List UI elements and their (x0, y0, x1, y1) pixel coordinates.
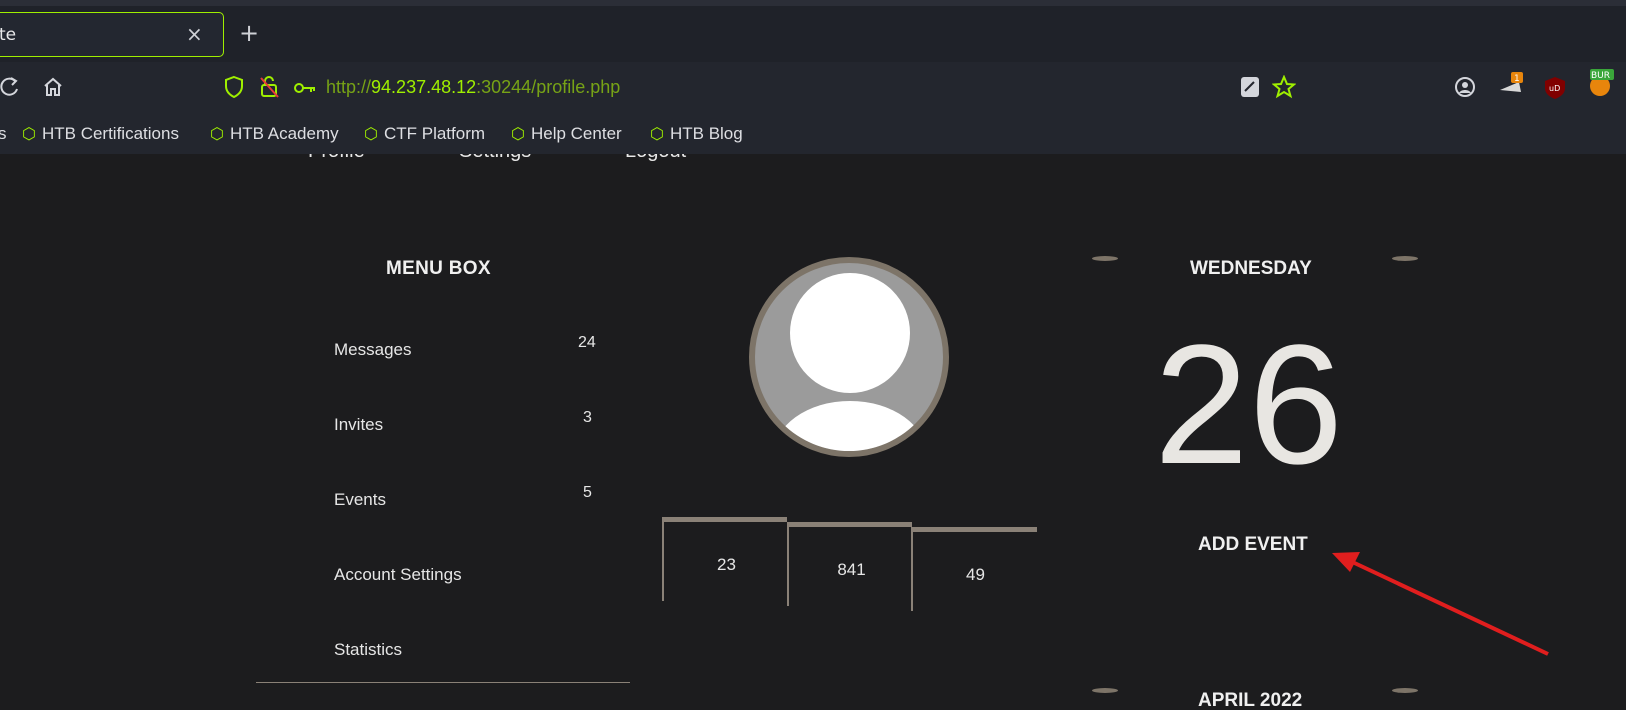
burp-proxy-icon[interactable]: BUR (1586, 68, 1616, 103)
stat-column: 841 (787, 522, 912, 606)
ublock-origin-icon[interactable]: uD (1544, 76, 1566, 105)
add-event-button[interactable]: ADD EVENT (1198, 534, 1308, 556)
url-host: 94.237.48.12 (371, 77, 477, 97)
navigation-toolbar: http://94.237.48.12:30244/profile.php 1 … (0, 62, 1626, 116)
menu-item-count: 3 (583, 409, 592, 426)
cube-icon: ⬡ (650, 126, 664, 143)
burp-label: BUR (1591, 71, 1610, 81)
tab-title: te (0, 25, 17, 45)
profile-avatar[interactable] (749, 257, 949, 457)
menu-item-invites[interactable]: Invites 3 (334, 409, 604, 439)
star-bookmark-icon[interactable] (1271, 74, 1297, 104)
bookmark-htb-academy[interactable]: ⬡ HTB Academy (210, 124, 339, 144)
svg-text:uD: uD (1549, 84, 1560, 93)
new-tab-button[interactable]: + (239, 21, 259, 45)
bookmark-help-center[interactable]: ⬡ Help Center (511, 124, 622, 144)
extension-badge: 1 (1514, 74, 1520, 84)
nav-settings-link[interactable]: Settings (459, 154, 531, 163)
stat-value: 841 (837, 560, 866, 579)
bookmarks-toolbar: s ⬡ HTB Certifications ⬡ HTB Academy ⬡ CTF … (0, 116, 1626, 154)
calendar-ring-decoration (1092, 256, 1118, 261)
url-path: :30244/profile.php (476, 77, 621, 97)
annotation-arrow-icon (1332, 552, 1549, 656)
menu-item-label: Invites (334, 415, 384, 434)
shield-icon[interactable] (224, 75, 244, 104)
stat-value: 23 (717, 555, 736, 574)
menu-item-count: 24 (578, 334, 596, 351)
account-icon[interactable] (1454, 76, 1476, 103)
menu-box-title: MENU BOX (386, 258, 491, 279)
tab-bar: te × + (0, 6, 1626, 62)
stat-bar (911, 527, 1037, 532)
calendar-month: APRIL 2022 (1198, 690, 1303, 710)
cube-icon: ⬡ (364, 126, 378, 143)
browser-tab[interactable]: te × (0, 12, 224, 57)
stat-bar (662, 517, 787, 522)
address-bar[interactable]: http://94.237.48.12:30244/profile.php (326, 77, 620, 98)
menu-item-label: Events (334, 490, 386, 509)
extension-icon[interactable]: 1 (1497, 70, 1525, 103)
insecure-lock-icon[interactable] (258, 75, 280, 104)
calendar-ring-decoration (1392, 256, 1418, 261)
bookmark-htb-blog[interactable]: ⬡ HTB Blog (650, 124, 743, 144)
bookmark-label: CTF Platform (383, 124, 486, 143)
nav-logout-link[interactable]: Logout (625, 154, 686, 163)
bookmark-label: HTB Certifications (41, 124, 179, 143)
cube-icon: ⬡ (210, 126, 224, 143)
menu-item-messages[interactable]: Messages 24 (334, 334, 604, 364)
calendar-ring-decoration (1392, 688, 1418, 693)
reader-view-icon[interactable] (1240, 76, 1260, 103)
stat-value: 49 (966, 565, 985, 584)
url-scheme: http:// (326, 77, 372, 97)
stat-column: 23 (662, 517, 787, 601)
menu-item-label: Account Settings (334, 565, 462, 584)
bookmark-ctf-platform[interactable]: ⬡ CTF Platform (364, 124, 485, 144)
menu-item-statistics[interactable]: Statistics (334, 634, 604, 664)
menu-item-events[interactable]: Events 5 (334, 484, 604, 514)
avatar-head-shape (790, 273, 910, 393)
calendar-day-number: 26 (1154, 310, 1344, 500)
nav-profile-link[interactable]: Profile (308, 154, 365, 163)
cube-icon: ⬡ (22, 126, 36, 143)
menu-item-count: 5 (583, 484, 592, 501)
home-icon[interactable] (42, 76, 64, 103)
bookmark-label: HTB Academy (229, 124, 339, 143)
stat-bar (787, 522, 912, 527)
close-tab-icon[interactable]: × (186, 22, 203, 46)
calendar-ring-decoration (1092, 688, 1118, 693)
bookmark-htb-certifications[interactable]: ⬡ HTB Certifications (22, 124, 179, 144)
avatar-body-shape (773, 401, 927, 451)
key-icon[interactable] (293, 77, 317, 101)
calendar-weekday: WEDNESDAY (1190, 258, 1312, 279)
menu-item-label: Messages (334, 340, 412, 359)
menu-item-label: Statistics (334, 640, 403, 659)
bookmark-label: Help Center (530, 124, 622, 143)
reload-icon[interactable] (0, 76, 20, 103)
cube-icon: ⬡ (511, 126, 525, 143)
stat-column: 49 (911, 527, 1037, 611)
bookmark-label: HTB Blog (669, 124, 743, 143)
menu-divider (256, 682, 630, 683)
menu-item-account-settings[interactable]: Account Settings (334, 559, 604, 589)
bookmark-partial[interactable]: s (0, 124, 7, 144)
